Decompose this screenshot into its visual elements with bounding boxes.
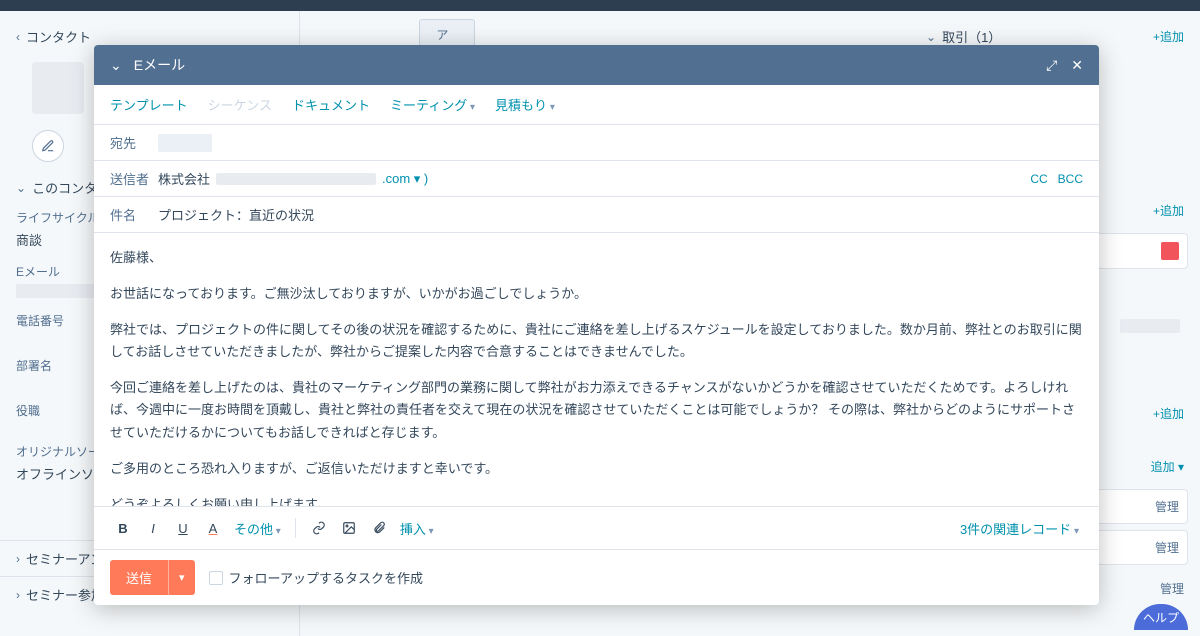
subject-field[interactable]: 件名 プロジェクト：直近の状況	[94, 197, 1099, 233]
from-label: 送信者	[110, 169, 158, 188]
back-to-contacts[interactable]: コンタクト	[26, 27, 283, 46]
minimize-icon[interactable]: ⤢	[1046, 57, 1057, 74]
insert-dropdown[interactable]: 挿入	[396, 519, 438, 538]
from-domain: .com ▾ )	[382, 171, 428, 187]
subject-label: 件名	[110, 205, 158, 224]
link-icon[interactable]	[306, 515, 332, 541]
manage-link-2[interactable]: 管理	[1155, 539, 1179, 556]
from-redacted	[216, 173, 376, 185]
underline-button[interactable]: U	[170, 515, 196, 541]
manage-link-1[interactable]: 管理	[1155, 498, 1179, 515]
related-records[interactable]: 3件の関連レコード	[956, 519, 1083, 538]
add-deal[interactable]: +追加	[1153, 28, 1184, 45]
to-field[interactable]: 宛先	[94, 125, 1099, 161]
card-badge	[1161, 242, 1179, 260]
template-button[interactable]: テンプレート	[110, 95, 188, 114]
sequence-button: シーケンス	[208, 95, 272, 114]
toolbar: テンプレート シーケンス ドキュメント ミーティング 見積もり	[94, 85, 1099, 125]
chevron-left-icon: ‹	[16, 30, 20, 44]
manage-link-3[interactable]: 管理	[1160, 580, 1184, 597]
checkbox-icon	[209, 571, 223, 585]
followup-label: フォローアップするタスクを作成	[229, 568, 423, 587]
format-toolbar: B I U A その他 挿入 3件の関連レコード	[94, 506, 1099, 549]
meeting-dropdown[interactable]: ミーティング	[390, 95, 475, 114]
other-format-dropdown[interactable]: その他	[230, 519, 285, 538]
send-dropdown[interactable]: ▾	[168, 560, 195, 595]
body-greeting: 佐藤様、	[110, 247, 1083, 269]
close-icon[interactable]: ✕	[1071, 57, 1083, 74]
send-button[interactable]: 送信	[110, 560, 168, 595]
add-link-1[interactable]: +追加	[1153, 202, 1184, 219]
body-p6: どうぞよろしくお願い申し上げます。	[110, 494, 1083, 506]
attachment-icon[interactable]	[366, 515, 392, 541]
modal-header: ⌄ Eメール ⤢ ✕	[94, 45, 1099, 85]
separator	[295, 518, 296, 538]
from-field[interactable]: 送信者 株式会社 .com ▾ ) CC BCC	[94, 161, 1099, 197]
email-compose-modal: ⌄ Eメール ⤢ ✕ テンプレート シーケンス ドキュメント ミーティング 見積…	[94, 45, 1099, 605]
app-topbar	[0, 0, 1200, 11]
bold-button[interactable]: B	[110, 515, 136, 541]
body-p3: 弊社では、プロジェクトの件に関してその後の状況を確認するために、貴社にご連絡を差…	[110, 319, 1083, 363]
textcolor-button[interactable]: A	[200, 515, 226, 541]
chevron-down-icon[interactable]: ⌄	[926, 30, 936, 44]
followup-checkbox[interactable]: フォローアップするタスクを作成	[209, 568, 423, 587]
deals-title: 取引（1）	[942, 27, 1153, 46]
document-button[interactable]: ドキュメント	[292, 95, 370, 114]
chevron-right-icon[interactable]: ›	[16, 552, 20, 566]
body-p2: お世話になっております。ご無沙汰しておりますが、いかがお過ごしでしょうか。	[110, 283, 1083, 305]
collapse-icon[interactable]: ⌄	[110, 57, 122, 74]
add-link-2[interactable]: +追加	[1153, 405, 1184, 422]
image-icon[interactable]	[336, 515, 362, 541]
body-p4: 今回ご連絡を差し上げたのは、貴社のマーケティング部門の業務に関して弊社がお力添え…	[110, 377, 1083, 443]
to-label: 宛先	[110, 133, 158, 152]
bcc-button[interactable]: BCC	[1058, 172, 1083, 186]
subject-value: プロジェクト：直近の状況	[158, 205, 314, 224]
recipient-chip[interactable]	[158, 134, 212, 152]
from-company: 株式会社	[158, 169, 210, 188]
modal-title: Eメール	[134, 55, 1032, 75]
send-bar: 送信 ▾ フォローアップするタスクを作成	[94, 549, 1099, 605]
italic-button[interactable]: I	[140, 515, 166, 541]
chevron-down-icon[interactable]: ⌄	[16, 181, 26, 195]
email-body[interactable]: 佐藤様、 お世話になっております。ご無沙汰しておりますが、いかがお過ごしでしょう…	[94, 233, 1099, 506]
note-icon[interactable]	[32, 130, 64, 162]
cc-button[interactable]: CC	[1030, 172, 1047, 186]
send-button-group: 送信 ▾	[110, 560, 195, 595]
quote-dropdown[interactable]: 見積もり	[495, 95, 555, 114]
chevron-right-icon[interactable]: ›	[16, 588, 20, 602]
contact-avatar	[32, 62, 84, 114]
body-p5: ご多用のところ恐れ入りますが、ご返信いただけますと幸いです。	[110, 458, 1083, 480]
redacted-item	[1120, 319, 1180, 333]
add-dropdown[interactable]: 追加 ▾	[1151, 458, 1184, 475]
